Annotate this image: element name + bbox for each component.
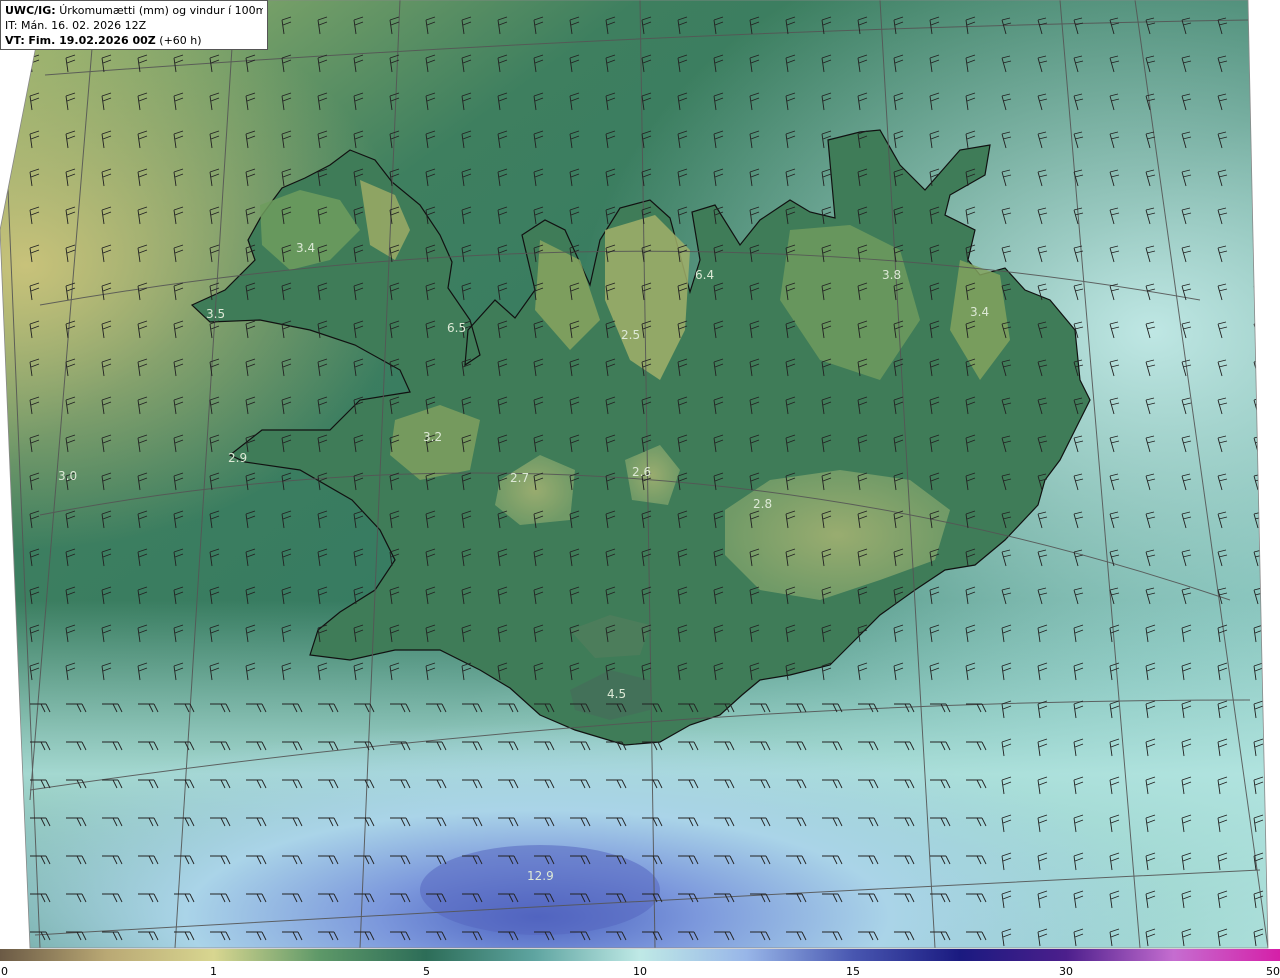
map-canvas: 3.4 3.5 6.5 6.4 2.5 3.8 3.4 3.2 2.9 3.0 …	[0, 0, 1280, 949]
label-snaefellsnes: 2.9	[228, 451, 247, 465]
color-bar	[0, 949, 1280, 961]
legend-tick-3: 10	[633, 965, 647, 978]
label-westfjords-east: 6.5	[447, 321, 466, 335]
legend-tick-0: 0	[1, 965, 8, 978]
map-title: Úrkomumætti (mm) og vindur í 100m hæð	[59, 4, 263, 17]
valid-time-row: VT: Fim. 19.02.2026 00Z (+60 h)	[5, 33, 263, 48]
lead-time: (+60 h)	[159, 34, 202, 47]
init-time: Mán. 16. 02. 2026 12Z	[20, 19, 147, 32]
init-prefix: IT:	[5, 19, 18, 32]
legend-tick-1: 1	[210, 965, 217, 978]
label-hofsjokull: 2.6	[632, 465, 651, 479]
label-trollaskagi: 6.4	[695, 268, 714, 282]
label-south-ocean: 12.9	[527, 869, 554, 883]
label-westfjords-west: 3.5	[206, 307, 225, 321]
valid-time: Fim. 19.02.2026 00Z	[28, 34, 156, 47]
label-vatnajokull: 2.8	[753, 497, 772, 511]
label-far-west: 3.0	[58, 469, 77, 483]
label-borgarfjordur: 3.2	[423, 430, 442, 444]
legend-tick-6: 50	[1266, 965, 1280, 978]
color-scale-legend: 0 1 5 10 15 30 50	[0, 949, 1280, 978]
legend-tick-2: 5	[423, 965, 430, 978]
label-north-central: 2.5	[621, 328, 640, 342]
label-east-fjords: 3.4	[970, 305, 989, 319]
valid-prefix: VT:	[5, 34, 25, 47]
label-westfjords-north: 3.4	[296, 241, 315, 255]
legend-tick-5: 30	[1059, 965, 1073, 978]
label-langjokull: 2.7	[510, 471, 529, 485]
map-info-box: UWC/IG: Úrkomumætti (mm) og vindur í 100…	[0, 0, 268, 50]
init-time-row: IT: Mán. 16. 02. 2026 12Z	[5, 18, 263, 33]
legend-tick-4: 15	[846, 965, 860, 978]
title-row: UWC/IG: Úrkomumætti (mm) og vindur í 100…	[5, 3, 263, 18]
label-northeast: 3.8	[882, 268, 901, 282]
color-bar-fill	[0, 949, 1280, 961]
model-name: UWC/IG:	[5, 4, 56, 17]
label-myrdalsjokull: 4.5	[607, 687, 626, 701]
